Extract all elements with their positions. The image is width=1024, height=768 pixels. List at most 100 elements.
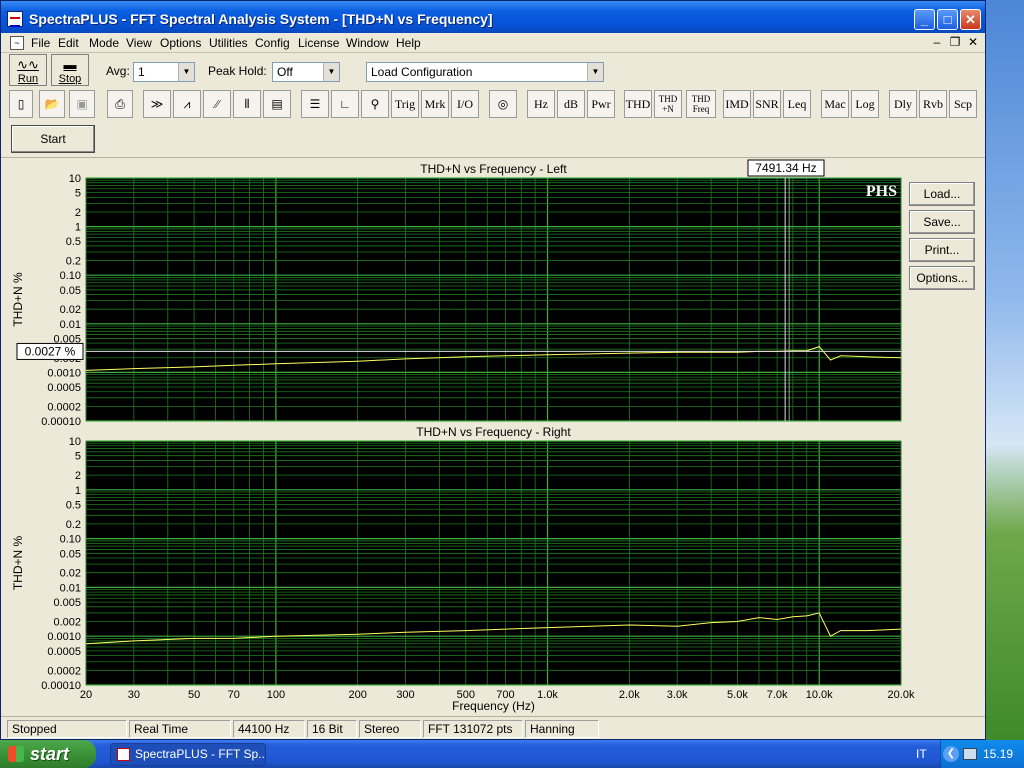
save-button[interactable]: Save...: [909, 210, 975, 234]
mdi-minimize-icon[interactable]: –: [929, 35, 945, 49]
app-icon[interactable]: [7, 11, 23, 27]
document-icon[interactable]: ~: [10, 36, 24, 50]
mdi-restore-icon[interactable]: ❐: [947, 35, 963, 49]
x-tick-label: 100: [267, 689, 285, 701]
status-state: Stopped: [7, 720, 127, 738]
clock: 15.19: [983, 747, 1014, 761]
y-axis-label: THD+N %: [11, 536, 25, 591]
chart-title: THD+N vs Frequency - Right: [416, 425, 571, 439]
menu-window[interactable]: Window: [342, 35, 393, 51]
phs-logo: PHS: [866, 183, 897, 200]
menu-options[interactable]: Options: [156, 35, 205, 51]
db-button[interactable]: dB: [557, 90, 585, 118]
run-button[interactable]: ∿∿ Run: [9, 54, 47, 86]
axis-scale-icon[interactable]: ∟: [331, 90, 359, 118]
thdn-top-label: THD: [658, 94, 678, 104]
minimize-button[interactable]: _: [914, 9, 935, 30]
print-icon[interactable]: ⎙: [107, 90, 133, 118]
chart-title: THD+N vs Frequency - Left: [420, 162, 567, 176]
mac-button[interactable]: Mac: [821, 90, 849, 118]
status-mode: Real Time: [129, 720, 231, 738]
taskbar-item-spectraplus[interactable]: SpectraPLUS - FFT Sp...: [110, 743, 266, 766]
thdn-button[interactable]: THD +N: [654, 90, 682, 118]
x-tick-label: 50: [188, 689, 200, 701]
menu-license[interactable]: License: [294, 35, 343, 51]
cursor-frequency-readout: 7491.34 Hz: [755, 161, 816, 175]
menu-mode[interactable]: Mode: [85, 35, 123, 51]
signal-generator-icon[interactable]: ◎: [489, 90, 517, 118]
y-tick-label: 0.05: [60, 548, 81, 560]
mrk-button[interactable]: Mrk: [421, 90, 449, 118]
new-file-icon[interactable]: ▯: [9, 90, 33, 118]
menu-config[interactable]: Config: [251, 35, 294, 51]
menu-view[interactable]: View: [122, 35, 156, 51]
stop-button[interactable]: ▬ Stop: [51, 54, 89, 86]
status-sample-rate: 44100 Hz: [233, 720, 305, 738]
3d-surface-icon[interactable]: ▤: [263, 90, 291, 118]
network-icon[interactable]: [963, 748, 977, 760]
dly-button[interactable]: Dly: [889, 90, 917, 118]
avg-select[interactable]: 1 ▼: [133, 62, 195, 82]
spectrum-icon[interactable]: ⩘: [173, 90, 201, 118]
open-folder-icon[interactable]: 📂: [39, 90, 65, 118]
compass-icon[interactable]: ⚲: [361, 90, 389, 118]
y-tick-label: 0.0010: [47, 367, 81, 379]
pwr-button[interactable]: Pwr: [587, 90, 615, 118]
waveform-icon[interactable]: ≫: [143, 90, 171, 118]
start-menu-button[interactable]: start: [0, 740, 96, 768]
y-tick-label: 0.5: [66, 236, 81, 248]
configuration-value: Load Configuration: [371, 65, 473, 79]
menu-edit[interactable]: Edit: [54, 35, 83, 51]
peak-hold-select[interactable]: Off ▼: [272, 62, 340, 82]
imd-button[interactable]: IMD: [723, 90, 751, 118]
run-label: Run: [17, 73, 39, 85]
title-bar[interactable]: SpectraPLUS - FFT Spectral Analysis Syst…: [1, 1, 985, 35]
peak-hold-value: Off: [277, 65, 293, 79]
snr-button[interactable]: SNR: [753, 90, 781, 118]
status-bar: Stopped Real Time 44100 Hz 16 Bit Stereo…: [1, 716, 985, 739]
log-button[interactable]: Log: [851, 90, 879, 118]
trig-button[interactable]: Trig: [391, 90, 419, 118]
leq-button[interactable]: Leq: [783, 90, 811, 118]
chevron-down-icon[interactable]: ▼: [178, 63, 194, 81]
x-tick-label: 20.0k: [888, 689, 915, 701]
mdi-close-icon[interactable]: ✕: [965, 35, 981, 49]
chevron-down-icon[interactable]: ▼: [587, 63, 603, 81]
x-tick-label: 3.0k: [667, 689, 688, 701]
maximize-button[interactable]: □: [937, 9, 958, 30]
phase-icon[interactable]: ∕∕: [203, 90, 231, 118]
x-tick-label: 200: [348, 689, 366, 701]
plot-background: [85, 440, 902, 686]
options-button[interactable]: Options...: [909, 266, 975, 290]
menu-file[interactable]: File: [27, 35, 54, 51]
save-disk-icon[interactable]: ▣: [69, 90, 95, 118]
thd-button[interactable]: THD: [624, 90, 652, 118]
y-tick-label: 2: [75, 470, 81, 482]
y-tick-label: 0.0005: [47, 382, 81, 394]
load-button[interactable]: Load...: [909, 182, 975, 206]
chevron-left-icon[interactable]: ❮: [943, 746, 959, 762]
close-button[interactable]: ✕: [960, 9, 981, 30]
spectrogram-icon[interactable]: ⦀: [233, 90, 261, 118]
hz-button[interactable]: Hz: [527, 90, 555, 118]
y-tick-label: 5: [75, 451, 81, 463]
print-button[interactable]: Print...: [909, 238, 975, 262]
start-button[interactable]: Start: [11, 125, 95, 153]
thd-freq-button[interactable]: THD Freq: [686, 90, 716, 118]
rvb-button[interactable]: Rvb: [919, 90, 947, 118]
sine-wave-icon: ∿∿: [17, 57, 39, 72]
io-button[interactable]: I/O: [451, 90, 479, 118]
scp-button[interactable]: Scp: [949, 90, 977, 118]
chevron-down-icon[interactable]: ▼: [323, 63, 339, 81]
toolbar: ▯ 📂 ▣ ⎙ ≫ ⩘ ∕∕ ⦀ ▤ ☰ ∟ ⚲ Trig Mrk I/O ◎ …: [1, 88, 985, 120]
avg-value: 1: [138, 65, 145, 79]
start-menu-label: start: [30, 744, 70, 764]
y-tick-label: 0.5: [66, 499, 81, 511]
list-icon[interactable]: ☰: [301, 90, 329, 118]
language-indicator[interactable]: IT: [916, 747, 927, 761]
thdn-plots[interactable]: 10 5 2 1 0.5 0.2 0.10 0.05 0.02 0.01 0.005 0.002 0.0…: [1, 158, 985, 714]
y-tick-label: 0.01: [60, 582, 81, 594]
menu-help[interactable]: Help: [392, 35, 425, 51]
menu-utilities[interactable]: Utilities: [205, 35, 252, 51]
configuration-select[interactable]: Load Configuration ▼: [366, 62, 604, 82]
